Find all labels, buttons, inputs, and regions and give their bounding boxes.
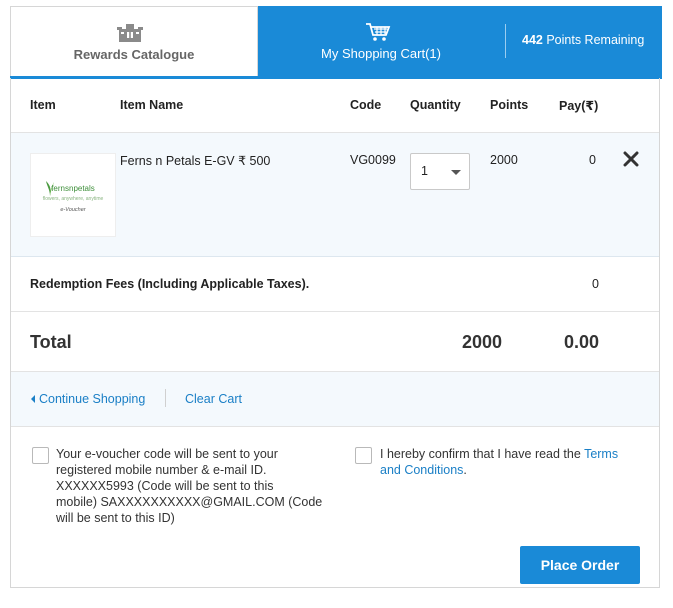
header-quantity: Quantity	[410, 98, 461, 112]
cart-actions: Continue Shopping Clear Cart	[11, 372, 659, 427]
total-row: Total 2000 0.00	[11, 312, 659, 372]
voucher-line: mobile) SAXXXXXXXXXX@GMAIL.COM (Code	[56, 495, 323, 509]
points-remaining: 442 Points Remaining	[522, 33, 644, 47]
tab-shopping-cart-label: My Shopping Cart(1)	[321, 46, 441, 61]
total-points: 2000	[462, 332, 503, 352]
header-item: Item	[30, 98, 56, 112]
chevron-down-icon	[451, 170, 461, 175]
quantity-value: 1	[421, 164, 428, 178]
tab-bar: Rewards Catalogue My Shopping Cart(1) 44…	[10, 6, 662, 79]
tab-divider	[505, 24, 506, 58]
voucher-line: Your e-voucher code will be sent to your	[56, 447, 278, 461]
redemption-fees-row: Redemption Fees (Including Applicable Ta…	[11, 257, 659, 312]
logo-text: fernsnpetals	[51, 184, 95, 193]
clear-cart-link[interactable]: Clear Cart	[185, 392, 242, 406]
continue-shopping-link[interactable]: Continue Shopping	[39, 392, 145, 406]
terms-link[interactable]: Terms	[584, 447, 618, 461]
gift-catalogue-icon	[117, 23, 143, 46]
total-pay: 0.00	[564, 332, 600, 352]
place-order-button[interactable]: Place Order	[520, 546, 640, 584]
voucher-consent-text: Your e-voucher code will be sent to your…	[56, 446, 326, 526]
quantity-select[interactable]: 1	[410, 153, 470, 190]
item-pay: 0	[589, 153, 596, 167]
header-pay: Pay(₹)	[559, 99, 599, 113]
voucher-line: registered mobile number & e-mail ID.	[56, 463, 267, 477]
header-item-name: Item Name	[120, 98, 184, 112]
ferns-n-petals-logo: fernsnpetals flowers, anywhere, anytime …	[30, 153, 116, 237]
total-label: Total	[30, 332, 72, 352]
voucher-line: XXXXXX5993 (Code will be sent to this	[56, 479, 274, 493]
terms-consent-checkbox[interactable]	[355, 447, 372, 464]
header-points: Points	[490, 98, 529, 112]
points-value: 442	[522, 33, 543, 47]
tab-shopping-cart[interactable]: My Shopping Cart(1) 442 Points Remaining	[258, 6, 662, 78]
tab-rewards-catalogue[interactable]: Rewards Catalogue	[10, 6, 258, 78]
item-code: VG0099	[350, 153, 396, 167]
table-header: Item Item Name Code Quantity Points Pay(…	[11, 78, 659, 133]
redemption-fees-label: Redemption Fees (Including Applicable Ta…	[30, 277, 310, 291]
caret-left-icon	[31, 395, 35, 403]
logo-tagline: flowers, anywhere, anytime	[42, 196, 104, 202]
item-name: Ferns n Petals E-GV ₹ 500	[120, 154, 271, 168]
close-icon[interactable]	[623, 151, 639, 167]
cart-page: Rewards Catalogue My Shopping Cart(1) 44…	[10, 6, 662, 588]
header-code: Code	[350, 98, 382, 112]
terms-prefix: I hereby confirm that I have read the	[380, 447, 581, 461]
shopping-cart-icon	[365, 22, 391, 45]
tab-rewards-catalogue-label: Rewards Catalogue	[73, 47, 195, 62]
item-points: 2000	[490, 153, 518, 167]
link-divider	[165, 389, 166, 407]
terms-consent-text: I hereby confirm that I have read the Te…	[380, 446, 640, 478]
voucher-line: will be sent to this ID)	[56, 511, 175, 525]
redemption-fees-value: 0	[592, 277, 599, 291]
logo-subtitle: e-Voucher	[60, 207, 86, 213]
table-row: fernsnpetals flowers, anywhere, anytime …	[11, 133, 659, 257]
points-text: Points Remaining	[546, 33, 645, 47]
cart-table: Item Item Name Code Quantity Points Pay(…	[10, 78, 660, 588]
conditions-link[interactable]: and Conditions	[380, 463, 463, 477]
terms-suffix: .	[463, 463, 467, 477]
voucher-consent-checkbox[interactable]	[32, 447, 49, 464]
